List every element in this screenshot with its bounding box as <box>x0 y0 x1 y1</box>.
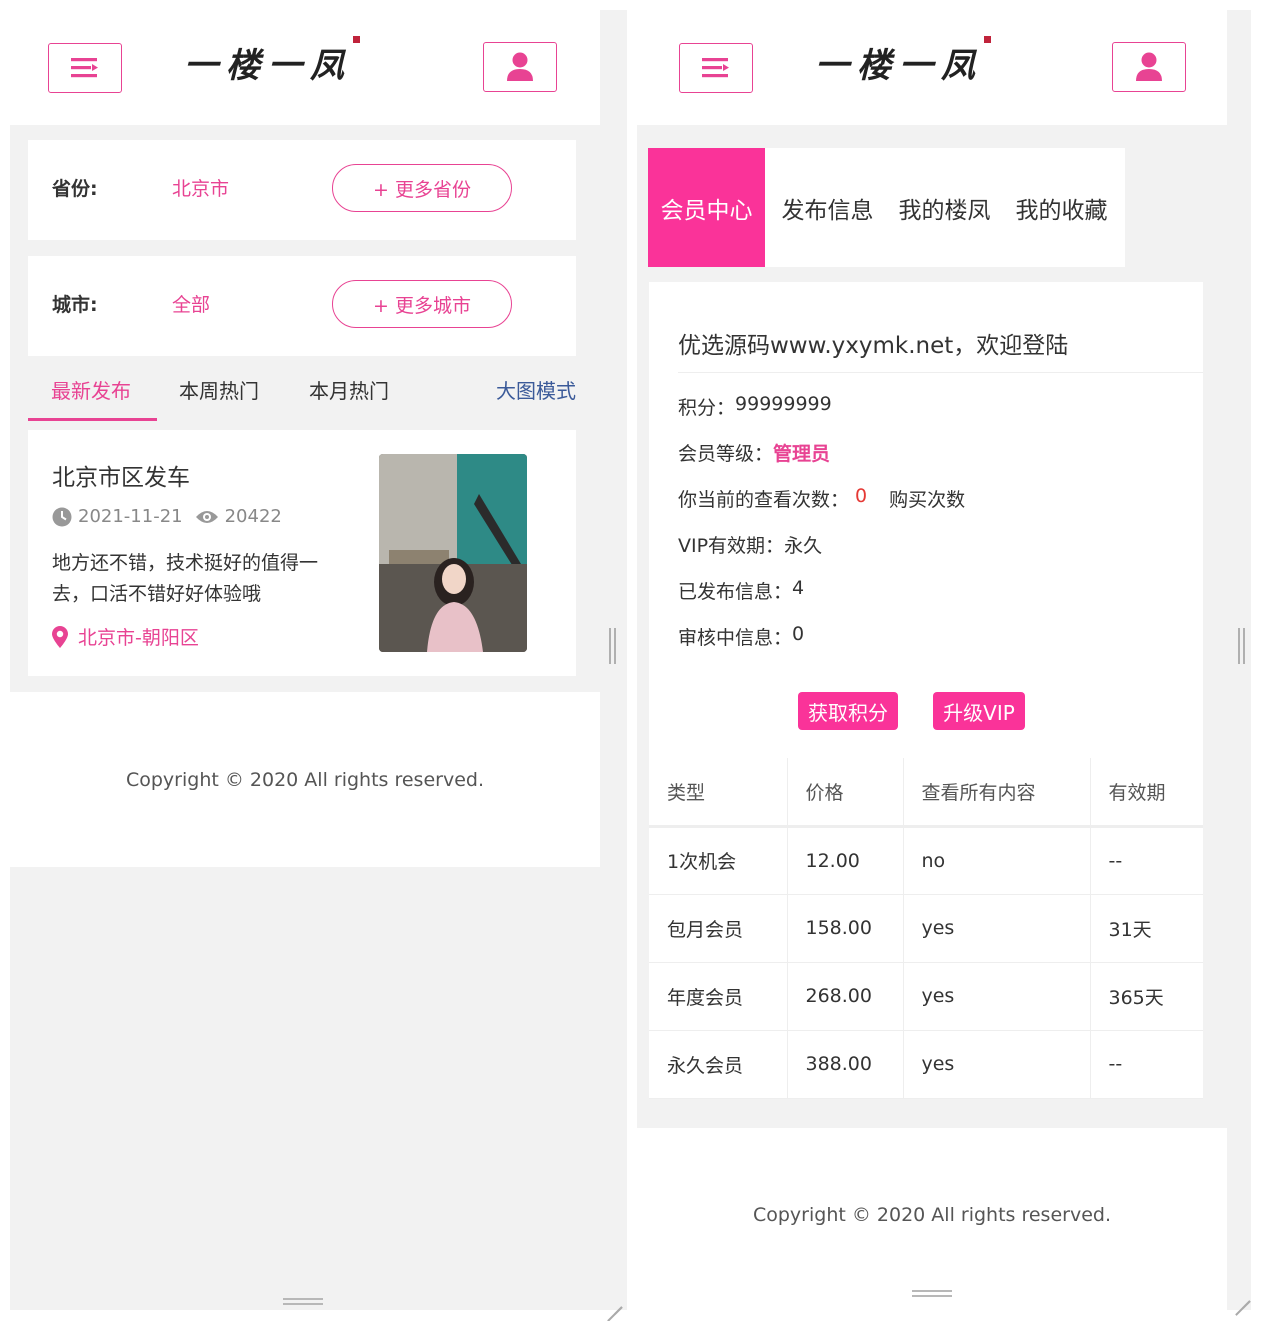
resize-corner-icon[interactable] <box>606 1292 622 1308</box>
horizontal-resize-grip-icon[interactable] <box>912 1290 952 1297</box>
menu-button[interactable] <box>48 43 122 93</box>
table-header-row: 类型 价格 查看所有内容 有效期 <box>649 758 1203 828</box>
member-tabs: 会员中心 发布信息 我的楼凤 我的收藏 <box>648 148 1125 267</box>
province-value[interactable]: 北京市 <box>172 174 229 201</box>
buy-count-label: 购买次数 <box>889 489 966 511</box>
right-preview-pane: 一楼一凤 会员中心 发布信息 我的楼凤 我的收藏 优选源码www.yxymk.n… <box>637 10 1227 1278</box>
tab-publish-info[interactable]: 发布信息 <box>769 148 886 267</box>
view-count-value: 0 <box>855 485 868 507</box>
membership-price-table: 类型 价格 查看所有内容 有效期 1次机会 12.00 no -- 包月会员 1… <box>649 758 1203 1099</box>
points-row: 积分： 99999999 <box>678 393 832 419</box>
column-header-validity: 有效期 <box>1090 758 1203 828</box>
column-header-view-all: 查看所有内容 <box>903 758 1091 828</box>
vip-value: 永久 <box>784 535 823 557</box>
horizontal-resize-grip-icon[interactable] <box>283 1298 323 1305</box>
menu-icon <box>71 58 98 78</box>
table-row: 1次机会 12.00 no -- <box>649 826 1203 895</box>
more-provinces-button[interactable]: + 更多省份 <box>332 164 512 212</box>
left-footer: Copyright © 2020 All rights reserved. <box>10 692 600 867</box>
post-location[interactable]: 北京市-朝阳区 <box>52 623 199 650</box>
level-row: 会员等级： 管理员 <box>678 439 830 466</box>
user-icon <box>1136 52 1162 81</box>
pane-splitter-2[interactable] <box>1227 10 1251 1310</box>
post-card[interactable]: 北京市区发车 2021-11-21 20422 地方还不错，技术挺好的值得一去，… <box>28 430 576 676</box>
right-footer: Copyright © 2020 All rights reserved. <box>637 1128 1227 1278</box>
vertical-resize-grip-icon[interactable] <box>1238 628 1246 664</box>
points-value: 99999999 <box>735 393 832 415</box>
vertical-resize-grip-icon[interactable] <box>609 628 617 664</box>
logo-seal <box>353 36 360 43</box>
logo-seal <box>984 36 991 43</box>
city-value[interactable]: 全部 <box>172 290 210 317</box>
menu-button[interactable] <box>679 43 753 93</box>
site-header: 一楼一凤 <box>637 10 1227 125</box>
table-row: 年度会员 268.00 yes 365天 <box>649 962 1203 1031</box>
city-label: 城市: <box>52 294 98 316</box>
clock-icon <box>52 507 72 526</box>
province-filter: 省份: 北京市 + 更多省份 <box>28 140 576 240</box>
menu-icon <box>702 58 729 78</box>
site-header: 一楼一凤 <box>10 10 600 125</box>
tab-my-posts[interactable]: 我的楼凤 <box>886 148 1003 267</box>
vip-row: VIP有效期： 永久 <box>678 531 822 558</box>
user-button[interactable] <box>483 42 557 92</box>
view-count-row: 你当前的查看次数： 0 购买次数 <box>678 485 966 511</box>
active-tab-underline <box>28 418 157 421</box>
tab-latest[interactable]: 最新发布 <box>51 375 131 404</box>
column-header-price: 价格 <box>787 758 904 828</box>
pane-splitter-1[interactable] <box>600 10 627 1310</box>
province-label: 省份: <box>52 178 98 200</box>
user-icon <box>507 52 533 81</box>
upgrade-vip-button[interactable]: 升级VIP <box>933 692 1025 730</box>
column-header-type: 类型 <box>649 758 788 828</box>
pending-value: 0 <box>792 623 805 645</box>
left-preview-pane: 一楼一凤 省份: 北京市 + 更多省份 城市: 全部 + 更多城市 最新发布 本… <box>10 10 600 1310</box>
tab-my-favorites[interactable]: 我的收藏 <box>1003 148 1120 267</box>
location-pin-icon <box>52 625 68 648</box>
large-image-mode-link[interactable]: 大图模式 <box>496 375 576 404</box>
table-row: 包月会员 158.00 yes 31天 <box>649 894 1203 963</box>
published-value: 4 <box>792 577 805 599</box>
published-row: 已发布信息： 4 <box>678 577 805 603</box>
get-points-button[interactable]: 获取积分 <box>798 692 898 730</box>
divider <box>678 372 1203 373</box>
post-photo <box>379 454 527 652</box>
post-thumbnail[interactable] <box>379 454 527 652</box>
post-description: 地方还不错，技术挺好的值得一去，口活不错好好体验哦 <box>52 552 319 605</box>
city-filter: 城市: 全部 + 更多城市 <box>28 256 576 356</box>
more-cities-button[interactable]: + 更多城市 <box>332 280 512 328</box>
table-row: 永久会员 388.00 yes -- <box>649 1030 1203 1099</box>
level-value: 管理员 <box>773 443 831 465</box>
post-views: 20422 <box>224 506 282 527</box>
welcome-text: 优选源码www.yxymk.net，欢迎登陆 <box>678 333 1069 359</box>
site-logo[interactable]: 一楼一凤 <box>184 36 360 87</box>
tab-monthly-hot[interactable]: 本月热门 <box>309 375 389 404</box>
pending-row: 审核中信息： 0 <box>678 623 805 649</box>
tab-weekly-hot[interactable]: 本周热门 <box>179 375 259 404</box>
post-tabs: 最新发布 本周热门 本月热门 大图模式 <box>28 365 576 421</box>
member-info-card: 优选源码www.yxymk.net，欢迎登陆 积分： 99999999 会员等级… <box>649 282 1203 758</box>
site-logo[interactable]: 一楼一凤 <box>815 36 991 87</box>
user-button[interactable] <box>1112 42 1186 92</box>
tab-member-center[interactable]: 会员中心 <box>648 148 765 267</box>
eye-icon <box>195 510 218 523</box>
post-meta: 2021-11-21 20422 <box>52 506 282 527</box>
post-date: 2021-11-21 <box>78 506 183 527</box>
resize-corner-icon[interactable] <box>1234 1286 1250 1302</box>
post-title[interactable]: 北京市区发车 <box>52 458 190 492</box>
